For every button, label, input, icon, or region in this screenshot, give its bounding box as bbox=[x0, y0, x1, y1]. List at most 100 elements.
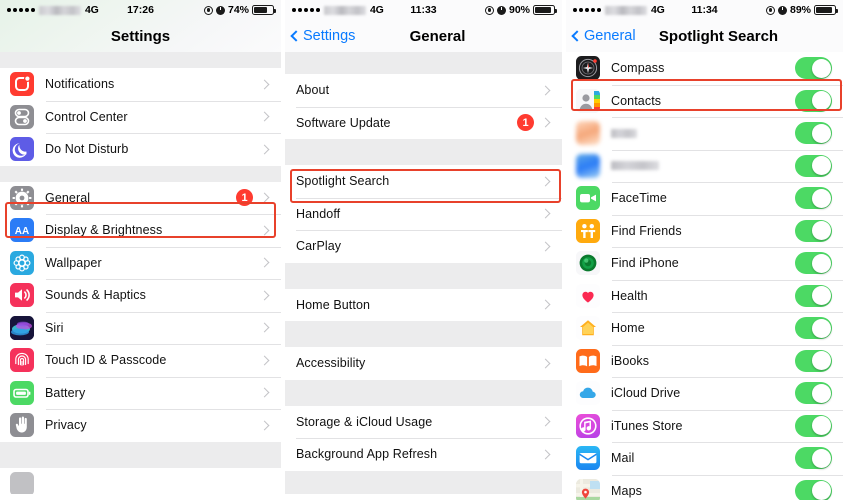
sidebar-item-battery[interactable]: Battery bbox=[0, 376, 281, 409]
panel3-header-area: 4G 11:34 89% General Spotlight Search bbox=[566, 0, 843, 52]
partial-icon bbox=[10, 471, 34, 496]
chevron-right-icon bbox=[540, 117, 551, 128]
list-item-blurred-2[interactable] bbox=[566, 149, 843, 182]
list-item-contacts[interactable]: Contacts bbox=[566, 84, 843, 117]
panel1-header-area: 4G 17:26 74% Settings bbox=[0, 0, 281, 52]
sidebar-item-label: Display & Brightness bbox=[45, 223, 163, 238]
toggle-switch[interactable] bbox=[795, 89, 832, 112]
group-gap bbox=[285, 321, 562, 347]
group-gap bbox=[285, 262, 562, 289]
toggle-switch[interactable] bbox=[795, 154, 832, 177]
list-item-facetime[interactable]: FaceTime bbox=[566, 182, 843, 215]
mail-icon bbox=[576, 446, 600, 471]
toggle-switch[interactable] bbox=[795, 349, 832, 372]
status-bar-right: 74% bbox=[203, 4, 277, 16]
sidebar-item-notifications[interactable]: Notifications bbox=[0, 68, 281, 101]
list-item-software-update[interactable]: Software Update 1 bbox=[285, 106, 562, 139]
chevron-right-icon bbox=[259, 290, 270, 301]
sidebar-item-sounds-haptics[interactable]: Sounds & Haptics bbox=[0, 279, 281, 312]
list-item-home-button[interactable]: Home Button bbox=[285, 288, 562, 321]
sounds-haptics-icon bbox=[10, 283, 34, 308]
toggle-switch[interactable] bbox=[795, 447, 832, 470]
list-item-label: Background App Refresh bbox=[296, 447, 438, 462]
facetime-icon bbox=[576, 186, 600, 211]
toggle-switch[interactable] bbox=[795, 187, 832, 210]
sidebar-item-siri[interactable]: Siri bbox=[0, 311, 281, 344]
list-item-background-app-refresh[interactable]: Background App Refresh bbox=[285, 438, 562, 471]
toggle-switch[interactable] bbox=[795, 317, 832, 340]
siri-icon bbox=[10, 315, 34, 340]
toggle-switch[interactable] bbox=[795, 414, 832, 437]
list-item-label: Maps bbox=[611, 483, 642, 498]
find-friends-icon bbox=[576, 218, 600, 243]
list-item-home[interactable]: Home bbox=[566, 312, 843, 345]
network-type-label: 4G bbox=[85, 4, 99, 16]
chevron-right-icon bbox=[259, 192, 270, 203]
bottom-edge bbox=[285, 494, 562, 500]
status-bar-right: 89% bbox=[765, 4, 839, 16]
list-item-label: Handoff bbox=[296, 206, 341, 221]
bottom-edge bbox=[0, 494, 281, 500]
sidebar-item-display-brightness[interactable]: AA Display & Brightness bbox=[0, 214, 281, 247]
spotlight-app-list: Compass Contacts FaceTime Find Friends F… bbox=[566, 52, 843, 500]
chevron-right-icon bbox=[259, 225, 270, 236]
list-item-label: Software Update bbox=[296, 115, 391, 130]
chevron-right-icon bbox=[540, 358, 551, 369]
back-button-label: General bbox=[584, 28, 636, 44]
list-item-accessibility[interactable]: Accessibility bbox=[285, 347, 562, 380]
list-item-mail[interactable]: Mail bbox=[566, 442, 843, 475]
toggle-switch[interactable] bbox=[795, 122, 832, 145]
sidebar-item-wallpaper[interactable]: Wallpaper bbox=[0, 246, 281, 279]
sidebar-item-label: Touch ID & Passcode bbox=[45, 353, 167, 368]
list-item-storage-icloud-usage[interactable]: Storage & iCloud Usage bbox=[285, 405, 562, 438]
list-item-handoff[interactable]: Handoff bbox=[285, 197, 562, 230]
toggle-switch[interactable] bbox=[795, 284, 832, 307]
list-item-icloud-drive[interactable]: iCloud Drive bbox=[566, 377, 843, 410]
general-list: About Software Update 1 Spotlight Search… bbox=[285, 52, 562, 500]
list-item-maps[interactable]: Maps bbox=[566, 474, 843, 500]
list-item-health[interactable]: Health bbox=[566, 279, 843, 312]
toggle-switch[interactable] bbox=[795, 219, 832, 242]
phone-screen-spotlight-search: 4G 11:34 89% General Spotlight Search Co… bbox=[562, 0, 843, 500]
signal-strength-icon bbox=[7, 8, 35, 12]
group-gap bbox=[285, 139, 562, 165]
toggle-switch[interactable] bbox=[795, 252, 832, 275]
carrier-name-blurred bbox=[324, 5, 366, 15]
group-gap bbox=[0, 52, 281, 68]
list-item-find-friends[interactable]: Find Friends bbox=[566, 214, 843, 247]
chevron-right-icon bbox=[259, 322, 270, 333]
list-item-compass[interactable]: Compass bbox=[566, 52, 843, 85]
compass-icon bbox=[576, 56, 600, 81]
carrier-name-blurred bbox=[39, 5, 81, 15]
list-item-spotlight-search[interactable]: Spotlight Search bbox=[285, 165, 562, 198]
list-item-carplay[interactable]: CarPlay bbox=[285, 230, 562, 263]
navigation-bar: Settings bbox=[0, 20, 281, 52]
sidebar-item-label: Sounds & Haptics bbox=[45, 288, 146, 303]
sidebar-item-touch-id-passcode[interactable]: Touch ID & Passcode bbox=[0, 344, 281, 377]
group-gap bbox=[285, 379, 562, 406]
toggle-switch[interactable] bbox=[795, 57, 832, 80]
list-item-label: CarPlay bbox=[296, 239, 342, 254]
do-not-disturb-icon bbox=[10, 137, 34, 162]
chevron-right-icon bbox=[259, 257, 270, 268]
list-item-itunes-store[interactable]: iTunes Store bbox=[566, 409, 843, 442]
toggle-switch[interactable] bbox=[795, 479, 832, 500]
sidebar-item-privacy[interactable]: Privacy bbox=[0, 409, 281, 442]
back-button-settings[interactable]: Settings bbox=[290, 28, 355, 44]
blurred-app-label bbox=[611, 128, 637, 138]
chevron-right-icon bbox=[259, 144, 270, 155]
group-gap bbox=[0, 165, 281, 182]
sidebar-item-label: Siri bbox=[45, 320, 64, 335]
list-item-blurred-1[interactable] bbox=[566, 117, 843, 150]
list-item-find-iphone[interactable]: Find iPhone bbox=[566, 247, 843, 280]
sidebar-item-label: Battery bbox=[45, 385, 86, 400]
sidebar-item-general[interactable]: General 1 bbox=[0, 181, 281, 214]
sidebar-item-control-center[interactable]: Control Center bbox=[0, 100, 281, 133]
toggle-switch[interactable] bbox=[795, 382, 832, 405]
blurred-app-label bbox=[611, 161, 659, 171]
chevron-right-icon bbox=[540, 241, 551, 252]
back-button-general[interactable]: General bbox=[571, 28, 636, 44]
sidebar-item-do-not-disturb[interactable]: Do Not Disturb bbox=[0, 133, 281, 166]
list-item-about[interactable]: About bbox=[285, 74, 562, 107]
list-item-ibooks[interactable]: iBooks bbox=[566, 344, 843, 377]
